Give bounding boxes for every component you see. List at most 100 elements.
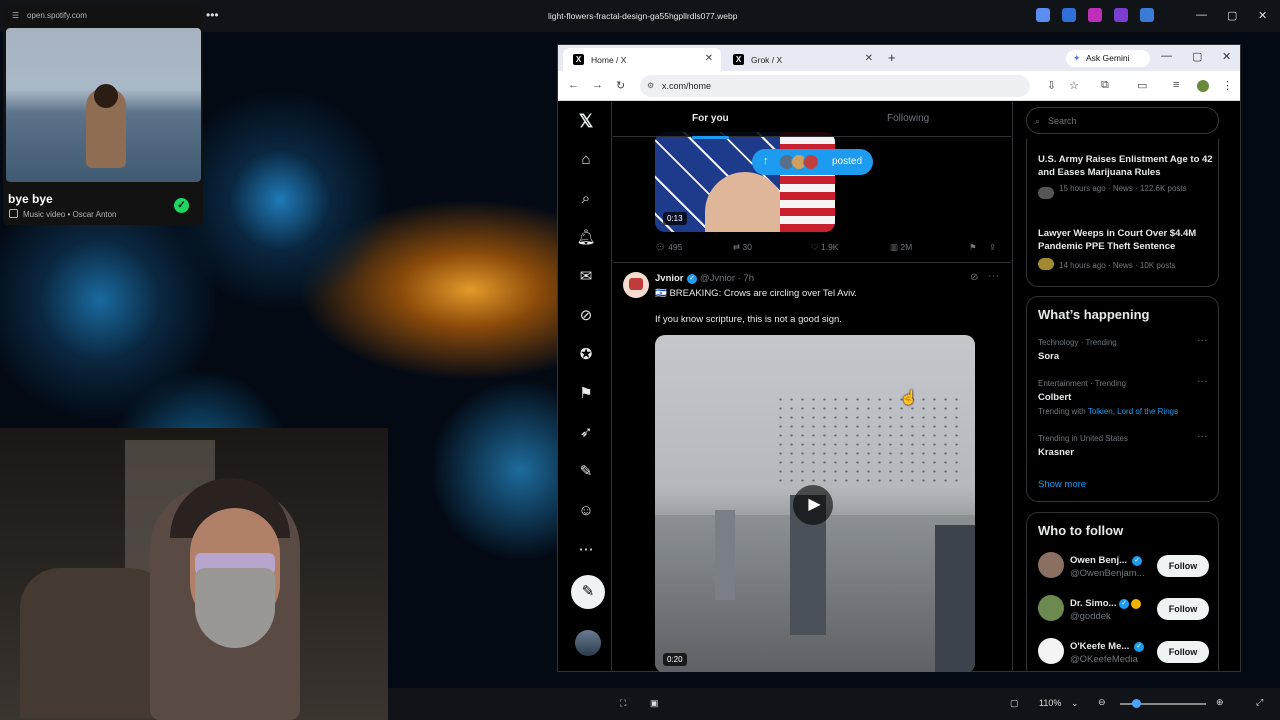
close-tab-icon[interactable]: ✕ <box>705 53 713 64</box>
post-video[interactable]: ▶ 0:20 <box>655 335 975 672</box>
search-input[interactable]: ⌕ Search <box>1026 107 1219 134</box>
timeline-tabs: For you Following <box>613 102 1011 139</box>
profile-icon[interactable]: ☺ <box>575 500 597 522</box>
jobs-icon[interactable]: ➶ <box>575 422 597 444</box>
grok-icon[interactable]: ⊘ <box>970 272 978 283</box>
app-icon[interactable] <box>1114 8 1128 22</box>
notifications-icon[interactable]: 🔔︎ <box>575 227 597 249</box>
play-icon[interactable]: ▶ <box>793 485 833 525</box>
follow-button[interactable]: Follow <box>1157 598 1209 620</box>
home-icon[interactable]: ⌂ <box>575 149 597 171</box>
user-name[interactable]: O'Keefe Me... <box>1070 641 1129 652</box>
verified-icon[interactable]: ✪ <box>575 344 597 366</box>
views-button[interactable]: ▥ 2M <box>890 242 912 253</box>
user-name[interactable]: Owen Benj... <box>1070 555 1127 566</box>
previous-post-video[interactable]: 0:13 <box>655 132 835 232</box>
news-title[interactable]: Lawyer Weeps in Court Over $4.4M Pandemi… <box>1038 227 1216 253</box>
tab-home-x[interactable]: X Home / X ✕ <box>563 48 721 71</box>
zoom-out-icon[interactable]: ⊖ <box>1098 697 1106 708</box>
repost-button[interactable]: ⇄ 30 <box>733 242 752 253</box>
bookmarks-icon[interactable]: ⚑ <box>575 383 597 405</box>
zoom-slider[interactable] <box>1120 699 1206 708</box>
tab-grok-x[interactable]: X Grok / X ✕ <box>723 48 881 71</box>
more-icon[interactable]: ··· <box>1197 431 1207 442</box>
minimize-button[interactable]: — <box>1196 9 1207 21</box>
grok-icon[interactable]: ⊘ <box>575 305 597 327</box>
more-icon[interactable]: ··· <box>1197 335 1207 346</box>
trend-name[interactable]: Krasner <box>1038 447 1074 458</box>
media-icon[interactable]: ≡ <box>1173 79 1179 91</box>
back-icon[interactable]: ← <box>568 79 579 91</box>
app-icon[interactable] <box>1088 8 1102 22</box>
bookmark-icon[interactable]: ⚑ <box>969 242 977 253</box>
news-title[interactable]: U.S. Army Raises Enlistment Age to 42 an… <box>1038 153 1216 179</box>
video-icon <box>9 209 18 218</box>
tab-for-you[interactable]: For you <box>692 113 729 139</box>
tab-following[interactable]: Following <box>887 113 929 124</box>
verified-badge-icon: ✓ <box>1132 556 1142 566</box>
articles-icon[interactable]: ✎ <box>575 461 597 483</box>
post-more-icon[interactable]: ··· <box>988 270 999 282</box>
saved-check-icon[interactable]: ✓ <box>174 198 189 213</box>
frame-icon[interactable]: ▢ <box>1010 698 1019 709</box>
post-author-handle[interactable]: @Jvnior · 7h <box>700 273 754 284</box>
section-heading: What’s happening <box>1038 307 1150 322</box>
profile-avatar[interactable] <box>1197 80 1209 92</box>
x-logo-icon[interactable]: 𝕏 <box>575 110 597 132</box>
follow-button[interactable]: Follow <box>1157 555 1209 577</box>
avatar <box>1038 258 1054 270</box>
maximize-button[interactable]: ▢ <box>1227 9 1237 22</box>
more-icon[interactable]: ••• <box>206 8 219 22</box>
reply-button[interactable]: 💬︎ 495 <box>655 242 682 253</box>
spotify-miniplayer[interactable]: ☰ open.spotify.com ••• bye bye Music vid… <box>3 6 219 225</box>
trend-name[interactable]: Colbert <box>1038 392 1071 403</box>
zoom-in-icon[interactable]: ⊕ <box>1216 697 1224 708</box>
show-more-link[interactable]: Show more <box>1038 479 1086 490</box>
user-handle: @OKeefeMedia <box>1070 654 1138 665</box>
follow-button[interactable]: Follow <box>1157 641 1209 663</box>
menu-icon[interactable]: ⋮ <box>1222 79 1233 92</box>
close-button[interactable]: ✕ <box>1258 9 1267 22</box>
post-author-name[interactable]: Jvnior <box>655 273 684 284</box>
account-avatar[interactable] <box>575 630 601 656</box>
avatar[interactable] <box>1038 552 1064 578</box>
fullscreen-icon[interactable]: ⤢ <box>1256 697 1263 708</box>
zoom-level[interactable]: 110% <box>1039 698 1061 708</box>
avatar[interactable] <box>1038 595 1064 621</box>
star-icon[interactable]: ☆ <box>1069 79 1079 92</box>
ask-gemini-button[interactable]: Ask Gemini <box>1066 50 1150 67</box>
minimize-button[interactable]: — <box>1161 50 1172 62</box>
extensions-icon[interactable]: ⧉ <box>1101 79 1109 92</box>
track-subtitle: Music video • Oscar Anton <box>23 210 117 219</box>
like-button[interactable]: ♡ 1.9K <box>811 242 838 253</box>
forward-icon[interactable]: → <box>592 79 603 91</box>
fit-icon[interactable]: ⛶ <box>620 698 626 709</box>
trend-name[interactable]: Sora <box>1038 351 1059 362</box>
share-icon[interactable]: ⇪ <box>989 242 996 253</box>
post-author-avatar[interactable] <box>623 272 649 298</box>
more-icon[interactable]: ⋯ <box>575 539 597 561</box>
more-icon[interactable]: ··· <box>1197 376 1207 387</box>
close-tab-icon[interactable]: ✕ <box>865 53 873 64</box>
avatar <box>1038 187 1054 199</box>
url-field[interactable]: x.com/home <box>640 75 1030 97</box>
install-icon[interactable]: ⇩ <box>1047 79 1056 92</box>
user-name[interactable]: Dr. Simo... <box>1070 598 1116 609</box>
track-title[interactable]: bye bye <box>8 192 53 206</box>
messages-icon[interactable]: ✉ <box>575 266 597 288</box>
music-video-thumbnail[interactable] <box>6 28 201 182</box>
search-icon[interactable]: ⌕ <box>575 188 597 210</box>
reload-icon[interactable]: ↻ <box>616 79 625 92</box>
close-button[interactable]: ✕ <box>1222 50 1231 63</box>
app-icon[interactable] <box>1062 8 1076 22</box>
chevron-down-icon[interactable]: ⌄ <box>1071 698 1079 709</box>
new-tab-button[interactable]: + <box>888 50 896 65</box>
cloud-icon[interactable] <box>1140 8 1154 22</box>
crop-icon[interactable]: ▣ <box>650 698 659 709</box>
copilot-icon[interactable] <box>1036 8 1050 22</box>
maximize-button[interactable]: ▢ <box>1192 50 1202 63</box>
avatar[interactable] <box>1038 638 1064 664</box>
sidepanel-icon[interactable]: ▭ <box>1137 79 1147 92</box>
new-posts-pill[interactable]: ↑ posted <box>752 149 873 175</box>
post-button[interactable]: ✎ <box>571 575 605 609</box>
